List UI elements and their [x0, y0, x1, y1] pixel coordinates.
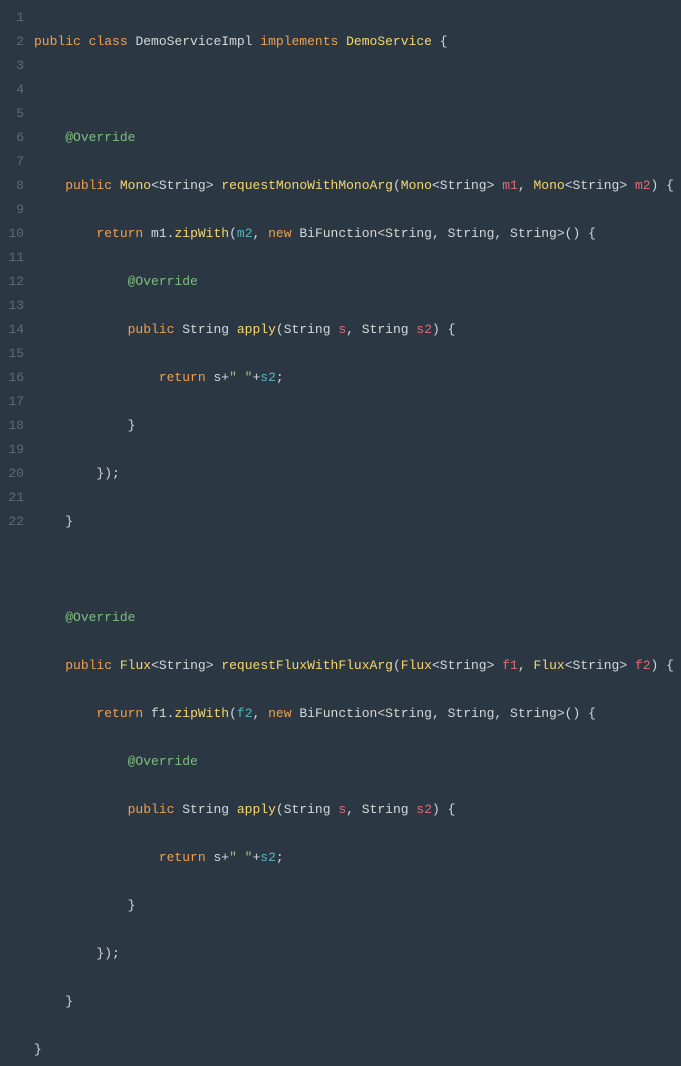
code-line: public class DemoServiceImpl implements …: [34, 30, 681, 54]
code-line: public String apply(String s, String s2)…: [34, 798, 681, 822]
line-number: 10: [0, 222, 24, 246]
line-number-gutter: 1 2 3 4 5 6 7 8 9 10 11 12 13 14 15 16 1…: [0, 0, 28, 1066]
line-number: 20: [0, 462, 24, 486]
line-number: 21: [0, 486, 24, 510]
line-number: 13: [0, 294, 24, 318]
code-line: [34, 78, 681, 102]
code-line: }: [34, 990, 681, 1014]
line-number: 12: [0, 270, 24, 294]
line-number: 15: [0, 342, 24, 366]
code-line: });: [34, 942, 681, 966]
code-line: }: [34, 1038, 681, 1062]
code-line: @Override: [34, 750, 681, 774]
line-number: 17: [0, 390, 24, 414]
line-number: 8: [0, 174, 24, 198]
code-content[interactable]: public class DemoServiceImpl implements …: [28, 0, 681, 1066]
line-number: 6: [0, 126, 24, 150]
line-number: 2: [0, 30, 24, 54]
line-number: 3: [0, 54, 24, 78]
code-line: return f1.zipWith(f2, new BiFunction<Str…: [34, 702, 681, 726]
line-number: 11: [0, 246, 24, 270]
line-number: 5: [0, 102, 24, 126]
line-number: 18: [0, 414, 24, 438]
code-line: public Mono<String> requestMonoWithMonoA…: [34, 174, 681, 198]
code-line: @Override: [34, 126, 681, 150]
code-line: @Override: [34, 606, 681, 630]
code-line: public Flux<String> requestFluxWithFluxA…: [34, 654, 681, 678]
line-number: 22: [0, 510, 24, 534]
code-line: return s+" "+s2;: [34, 846, 681, 870]
code-line: }: [34, 894, 681, 918]
code-line: return s+" "+s2;: [34, 366, 681, 390]
code-line: }: [34, 510, 681, 534]
code-editor: 1 2 3 4 5 6 7 8 9 10 11 12 13 14 15 16 1…: [0, 0, 681, 1066]
line-number: 16: [0, 366, 24, 390]
code-line: }: [34, 414, 681, 438]
code-line: [34, 558, 681, 582]
line-number: 7: [0, 150, 24, 174]
code-line: public String apply(String s, String s2)…: [34, 318, 681, 342]
line-number: 1: [0, 6, 24, 30]
line-number: 4: [0, 78, 24, 102]
code-line: @Override: [34, 270, 681, 294]
code-line: });: [34, 462, 681, 486]
code-line: return m1.zipWith(m2, new BiFunction<Str…: [34, 222, 681, 246]
line-number: 14: [0, 318, 24, 342]
line-number: 19: [0, 438, 24, 462]
line-number: 9: [0, 198, 24, 222]
